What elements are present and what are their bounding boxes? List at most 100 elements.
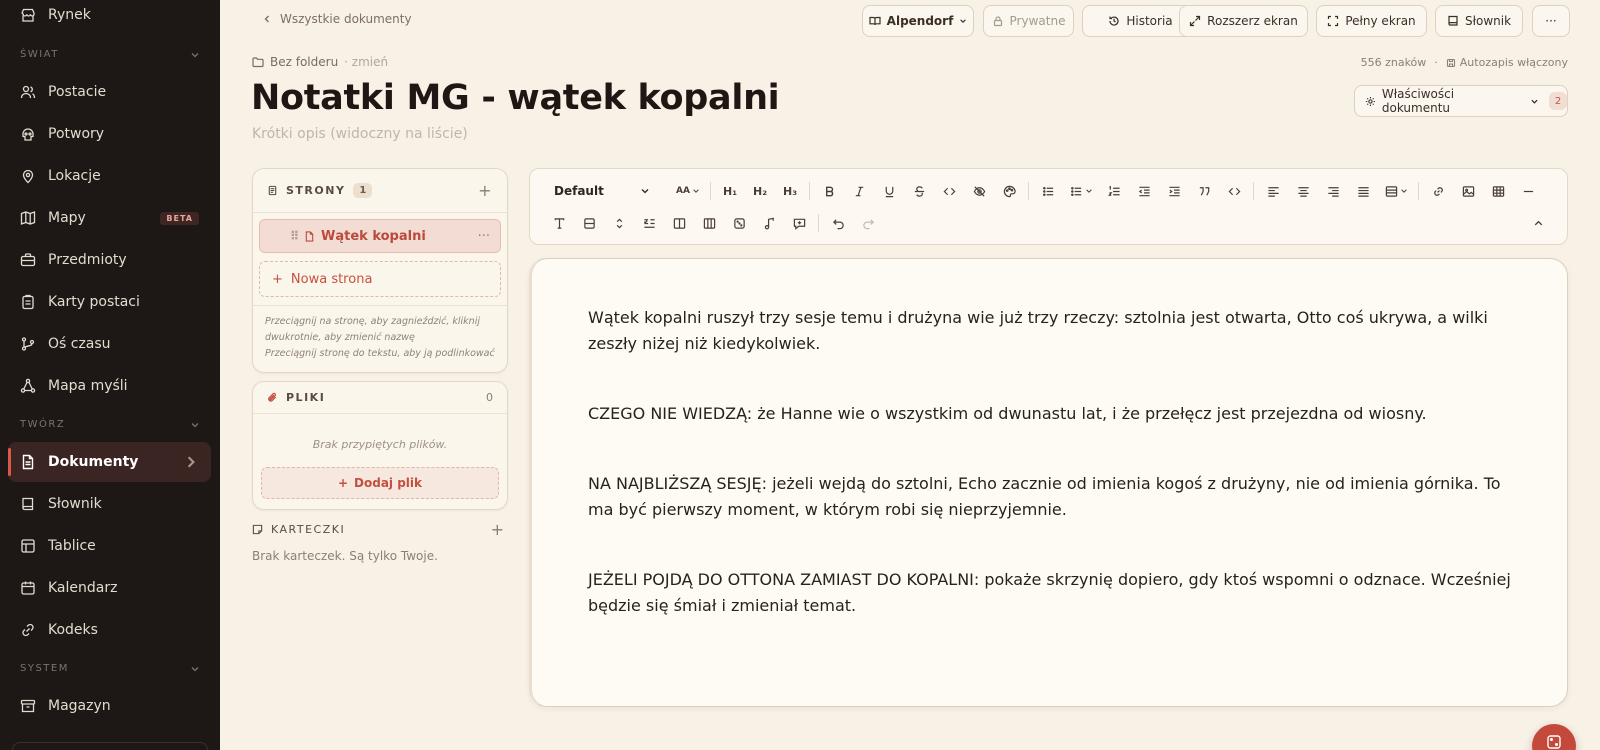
editor-paragraph[interactable]: Wątek kopalni ruszył trzy sesje temu i d… bbox=[588, 305, 1513, 357]
change-folder-link[interactable]: · zmień bbox=[344, 55, 388, 69]
editor-paragraph[interactable]: JEŻELI POJDĄ DO OTTONA ZAMIAST DO KOPALN… bbox=[588, 567, 1513, 619]
insert-table-button[interactable] bbox=[1483, 178, 1513, 204]
sidebar-item-mind-map[interactable]: Mapa myśli bbox=[8, 366, 211, 406]
new-page-button[interactable]: + Nowa strona bbox=[259, 261, 501, 297]
list-style-button[interactable] bbox=[1063, 178, 1099, 204]
history-label: Historia bbox=[1126, 14, 1173, 28]
sidebar-item-locations[interactable]: Lokacje bbox=[8, 156, 211, 196]
inline-code-button[interactable] bbox=[934, 178, 964, 204]
code-block-button[interactable] bbox=[1219, 178, 1249, 204]
dice-button[interactable] bbox=[724, 210, 754, 236]
highlight-button[interactable] bbox=[574, 210, 604, 236]
align-right-button[interactable] bbox=[1318, 178, 1348, 204]
add-file-button[interactable]: + Dodaj plik bbox=[261, 467, 499, 499]
fullscreen-button[interactable]: Pełny ekran bbox=[1316, 5, 1427, 37]
indent-button[interactable] bbox=[1159, 178, 1189, 204]
document-description-input[interactable]: Krótki opis (widoczny na liście) bbox=[252, 126, 468, 142]
chevron-left-icon bbox=[264, 15, 269, 23]
clear-format-button[interactable] bbox=[544, 210, 574, 236]
checklist-icon bbox=[643, 218, 655, 228]
section-world-header[interactable]: ŚWIAT bbox=[20, 49, 200, 60]
page-item-mine-thread[interactable]: ⠿ Wątek kopalni ··· bbox=[259, 219, 501, 253]
section-system-label: SYSTEM bbox=[20, 663, 69, 674]
sidebar-item-maps[interactable]: Mapy BETA bbox=[8, 198, 211, 238]
sidebar-item-storage[interactable]: Magazyn bbox=[8, 686, 211, 726]
line-height-button[interactable] bbox=[604, 210, 634, 236]
page-more-icon[interactable]: ··· bbox=[478, 229, 490, 244]
back-to-all-documents-link[interactable]: Wszystkie dokumenty bbox=[262, 12, 412, 26]
sidebar-item-items[interactable]: Przedmioty bbox=[8, 240, 211, 280]
editor-paragraph[interactable]: CZEGO NIE WIEDZĄ: że Hanne wie o wszystk… bbox=[588, 401, 1513, 427]
paragraph-style-select[interactable]: Default bbox=[544, 178, 660, 204]
ordered-list-button[interactable] bbox=[1099, 178, 1129, 204]
editor-paragraph[interactable]: NA NAJBLIŻSZĄ SESJĘ: jeżeli wejdą do szt… bbox=[588, 471, 1513, 523]
sidebar-item-timeline[interactable]: Oś czasu bbox=[8, 324, 211, 364]
world-selector-button[interactable]: Alpendorf bbox=[862, 5, 974, 37]
document-editor[interactable]: Wątek kopalni ruszył trzy sesje temu i d… bbox=[529, 258, 1568, 707]
insert-image-button[interactable] bbox=[1453, 178, 1483, 204]
toolbar-separator bbox=[1418, 182, 1419, 200]
align-left-button[interactable] bbox=[1258, 178, 1288, 204]
three-columns-button[interactable] bbox=[694, 210, 724, 236]
layout-icon bbox=[21, 539, 35, 553]
two-columns-button[interactable] bbox=[664, 210, 694, 236]
align-justify-button[interactable] bbox=[1348, 178, 1378, 204]
sidebar-item-monsters[interactable]: Potwory bbox=[8, 114, 211, 154]
pages-count-badge: 1 bbox=[353, 183, 373, 198]
lock-icon bbox=[993, 16, 1002, 27]
comment-button[interactable] bbox=[784, 210, 814, 236]
italic-button[interactable] bbox=[844, 178, 874, 204]
add-page-icon[interactable]: + bbox=[478, 181, 493, 200]
sidebar-item-boards[interactable]: Tablice bbox=[8, 526, 211, 566]
sidebar-item-codex[interactable]: Kodeks bbox=[8, 610, 211, 650]
add-card-icon[interactable]: + bbox=[491, 520, 504, 539]
task-list-button[interactable] bbox=[634, 210, 664, 236]
chevron-up-icon bbox=[1534, 220, 1542, 225]
blockquote-button[interactable] bbox=[1189, 178, 1219, 204]
heading-1-button[interactable]: H₁ bbox=[715, 178, 745, 204]
audio-button[interactable] bbox=[754, 210, 784, 236]
sidebar-item-label: Postacie bbox=[48, 84, 107, 100]
sidebar-item-label: Oś czasu bbox=[48, 336, 111, 352]
outdent-button[interactable] bbox=[1129, 178, 1159, 204]
heading-3-button[interactable]: H₃ bbox=[775, 178, 805, 204]
more-options-button[interactable]: ··· bbox=[1532, 5, 1570, 37]
strikethrough-icon bbox=[914, 185, 924, 197]
underline-button[interactable] bbox=[874, 178, 904, 204]
insert-link-button[interactable] bbox=[1423, 178, 1453, 204]
sidebar-item-calendar[interactable]: Kalendarz bbox=[8, 568, 211, 608]
document-properties-button[interactable]: Właściwości dokumentu 2 bbox=[1354, 85, 1568, 117]
section-create-header[interactable]: TWÓRZ bbox=[20, 419, 200, 430]
horizontal-rule-button[interactable] bbox=[1513, 178, 1543, 204]
align-justify-icon bbox=[1357, 186, 1369, 197]
document-title[interactable]: Notatki MG - wątek kopalni bbox=[251, 78, 780, 118]
section-system-header[interactable]: SYSTEM bbox=[20, 663, 200, 674]
bullet-list-button[interactable] bbox=[1033, 178, 1063, 204]
sidebar-item-character-sheets[interactable]: Karty postaci bbox=[8, 282, 211, 322]
redo-button[interactable] bbox=[853, 210, 883, 236]
text-color-button[interactable] bbox=[994, 178, 1024, 204]
section-world-label: ŚWIAT bbox=[20, 49, 59, 60]
sidebar-bottom-widget[interactable] bbox=[12, 742, 208, 750]
chevron-down-icon bbox=[1531, 99, 1538, 104]
undo-button[interactable] bbox=[823, 210, 853, 236]
expand-screen-button[interactable]: Rozszerz ekran bbox=[1179, 5, 1308, 37]
expand-icon bbox=[1190, 15, 1201, 27]
private-toggle-button[interactable]: Prywatne bbox=[983, 5, 1074, 37]
sidebar-item-documents[interactable]: Dokumenty bbox=[8, 442, 211, 482]
strikethrough-button[interactable] bbox=[904, 178, 934, 204]
columns-button[interactable] bbox=[1378, 178, 1414, 204]
font-size-button[interactable]: AA bbox=[670, 178, 706, 204]
sidebar-item-characters[interactable]: Postacie bbox=[8, 72, 211, 112]
sidebar-item-market[interactable]: Rynek bbox=[8, 0, 211, 35]
sidebar-item-glossary[interactable]: Słownik bbox=[8, 484, 211, 524]
hide-text-button[interactable] bbox=[964, 178, 994, 204]
dice-roller-fab[interactable] bbox=[1532, 724, 1576, 750]
drag-handle-icon[interactable]: ⠿ bbox=[290, 229, 299, 243]
align-center-button[interactable] bbox=[1288, 178, 1318, 204]
glossary-button[interactable]: Słownik bbox=[1435, 5, 1523, 37]
heading-2-button[interactable]: H₂ bbox=[745, 178, 775, 204]
chevron-down-icon bbox=[191, 52, 199, 57]
bold-button[interactable] bbox=[814, 178, 844, 204]
collapse-toolbar-button[interactable] bbox=[1523, 210, 1553, 236]
